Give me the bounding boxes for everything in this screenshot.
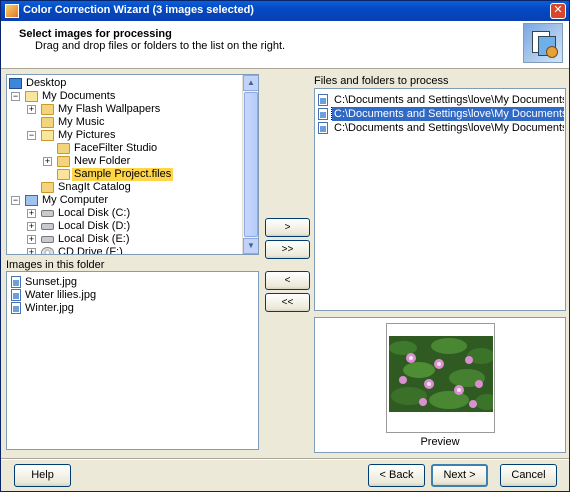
drive-icon [41, 210, 54, 217]
tree-item-label: CD Drive (F:) [58, 246, 123, 255]
process-list[interactable]: C:\Documents and Settings\love\My Docume… [314, 88, 566, 311]
app-icon [5, 4, 19, 18]
process-item-path: C:\Documents and Settings\love\My Docume… [334, 94, 564, 106]
images-label: Images in this folder [6, 259, 105, 271]
window-title: Color Correction Wizard (3 images select… [23, 4, 254, 16]
scroll-up-arrow-icon[interactable]: ▲ [243, 75, 258, 91]
pictures-folder-icon [41, 130, 54, 141]
add-all-button[interactable]: >> [265, 240, 310, 259]
expand-icon[interactable]: + [27, 209, 36, 218]
wizard-images-icon [523, 23, 563, 63]
remove-button[interactable]: < [265, 271, 310, 290]
tree-item-label: Local Disk (D:) [58, 220, 131, 232]
preview-image [389, 336, 493, 412]
image-item-label: Winter.jpg [25, 302, 74, 314]
footer-divider [1, 458, 569, 460]
image-file-icon [11, 276, 21, 288]
expand-icon[interactable]: + [27, 235, 36, 244]
folder-icon [41, 182, 54, 193]
tree-item-label: Local Disk (C:) [58, 207, 131, 219]
tree-item-label: My Computer [42, 194, 109, 206]
process-item-path: C:\Documents and Settings\love\My Docume… [334, 122, 564, 134]
collapse-icon[interactable]: − [27, 131, 36, 140]
folder-icon [57, 143, 70, 154]
folder-tree[interactable]: Desktop − My Documents + My Flash Wallpa… [6, 74, 259, 255]
folder-open-icon [57, 169, 70, 180]
expand-icon[interactable]: + [27, 248, 36, 254]
folder-file-icon [318, 122, 328, 134]
tree-item-label: My Flash Wallpapers [58, 103, 161, 115]
folder-icon [57, 156, 70, 167]
preview-label: Preview [420, 436, 460, 448]
image-file-icon [11, 302, 21, 314]
step-subtitle: Drag and drop files or folders to the li… [35, 40, 286, 52]
next-button[interactable]: Next > [431, 464, 488, 487]
scrollbar-thumb[interactable] [244, 92, 258, 237]
expand-icon[interactable]: + [43, 157, 52, 166]
documents-folder-icon [25, 91, 38, 102]
process-list-item[interactable]: C:\Documents and Settings\love\My Docume… [317, 121, 564, 135]
tree-item-label: My Pictures [58, 129, 116, 141]
add-button[interactable]: > [265, 218, 310, 237]
collapse-icon[interactable]: − [11, 196, 20, 205]
folder-icon [41, 117, 54, 128]
scroll-down-arrow-icon[interactable]: ▼ [243, 238, 258, 254]
process-list-label: Files and folders to process [314, 75, 449, 87]
folder-file-icon [318, 108, 328, 120]
tree-item-label: Local Disk (E:) [58, 233, 130, 245]
tree-item-label: FaceFilter Studio [74, 142, 158, 154]
close-button[interactable]: ✕ [550, 3, 566, 19]
step-title: Select images for processing [19, 28, 172, 40]
remove-all-button[interactable]: << [265, 293, 310, 312]
image-item-label: Water lilies.jpg [25, 289, 97, 301]
title-bar: Color Correction Wizard (3 images select… [1, 1, 569, 21]
preview-panel: Preview [314, 317, 566, 453]
cd-drive-icon [41, 247, 54, 254]
drive-icon [41, 223, 54, 230]
images-list[interactable]: Sunset.jpg Water lilies.jpg Winter.jpg [6, 271, 259, 450]
desktop-icon [9, 78, 22, 89]
image-item-label: Sunset.jpg [25, 276, 77, 288]
preview-frame [386, 323, 495, 433]
process-list-item[interactable]: C:\Documents and Settings\love\My Docume… [317, 93, 564, 107]
tree-item-label: Desktop [26, 77, 67, 89]
tree-scrollbar[interactable]: ▲ ▼ [242, 75, 258, 254]
folder-icon [41, 104, 54, 115]
wizard-window: Color Correction Wizard (3 images select… [0, 0, 570, 492]
back-button[interactable]: < Back [368, 464, 425, 487]
tree-item-label: New Folder [74, 155, 131, 167]
tree-item-label: SnagIt Catalog [58, 181, 131, 193]
drive-icon [41, 236, 54, 243]
tree-item-label: My Documents [42, 90, 116, 102]
expand-icon[interactable]: + [27, 105, 36, 114]
help-button[interactable]: Help [14, 464, 71, 487]
process-list-item-selected[interactable]: C:\Documents and Settings\love\My Docume… [317, 107, 564, 121]
wizard-header: Select images for processing Drag and dr… [1, 21, 569, 69]
tree-item-label: My Music [58, 116, 105, 128]
folder-file-icon [318, 94, 328, 106]
collapse-icon[interactable]: − [11, 92, 20, 101]
computer-icon [25, 195, 38, 206]
expand-icon[interactable]: + [27, 222, 36, 231]
process-item-path: C:\Documents and Settings\love\My Docume… [331, 107, 564, 121]
tree-item-label: Sample Project.files [72, 168, 174, 181]
image-file-icon [11, 289, 21, 301]
cancel-button[interactable]: Cancel [500, 464, 557, 487]
